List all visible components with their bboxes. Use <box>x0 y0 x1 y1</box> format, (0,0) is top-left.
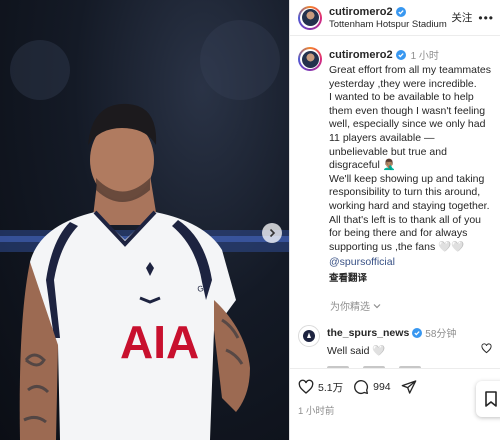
next-image-button[interactable] <box>262 223 282 243</box>
commenter-username[interactable]: the_spurs_news <box>327 327 409 339</box>
post-photo: AIA GA <box>0 0 289 440</box>
action-bar: 5.1万 994 1 小时前 <box>290 368 500 417</box>
share-icon[interactable] <box>401 379 417 395</box>
verified-icon <box>395 6 406 17</box>
comment-time: 58分钟 <box>425 329 457 341</box>
caption-text: Great effort from all my teammates yeste… <box>329 64 492 253</box>
heart-icon[interactable] <box>481 343 492 354</box>
see-translation-button[interactable]: 查看翻译 <box>329 270 492 284</box>
comment-icon[interactable] <box>353 379 369 395</box>
author-username[interactable]: cutiromero2 <box>329 6 393 18</box>
like-count[interactable]: 5.1万 <box>318 380 343 395</box>
heart-icon[interactable] <box>298 379 314 395</box>
post-location[interactable]: Tottenham Hotspur Stadium <box>329 19 451 30</box>
mention-link[interactable]: @spursofficial <box>329 256 492 268</box>
post-timestamp: 1 小时前 <box>298 406 335 417</box>
verified-icon <box>395 49 406 60</box>
comment-count[interactable]: 994 <box>373 381 391 393</box>
follow-button[interactable]: 关注 <box>451 10 472 25</box>
comment-text: Well said 🤍 <box>327 345 386 358</box>
commenter-avatar[interactable] <box>298 325 320 348</box>
caption-time: 1 小时 <box>410 51 439 62</box>
chevron-right-icon <box>269 228 276 238</box>
comment-item: the_spurs_news 58分钟 Well said 🤍 <box>290 313 500 373</box>
jersey-sponsor-text: AIA <box>120 316 199 368</box>
caption-avatar[interactable] <box>298 47 322 71</box>
caption-username[interactable]: cutiromero2 <box>329 49 393 61</box>
more-icon[interactable]: ••• <box>478 11 494 25</box>
post-header: cutiromero2 Tottenham Hotspur Stadium 关注… <box>290 0 500 36</box>
post-panel: cutiromero2 Tottenham Hotspur Stadium 关注… <box>289 0 500 440</box>
chevron-down-icon <box>373 303 381 309</box>
player-photo-illustration: AIA GA <box>0 20 289 440</box>
for-you-label: 为你精选 <box>330 302 370 314</box>
verified-icon <box>412 327 423 338</box>
post-caption: cutiromero2 1 小时 Great effort from all m… <box>290 36 500 284</box>
bookmark-button[interactable] <box>476 381 500 417</box>
author-avatar[interactable] <box>298 5 322 30</box>
bookmark-icon <box>485 391 497 407</box>
for-you-selector[interactable]: 为你精选 <box>330 298 500 313</box>
club-crest-icon <box>303 330 315 343</box>
